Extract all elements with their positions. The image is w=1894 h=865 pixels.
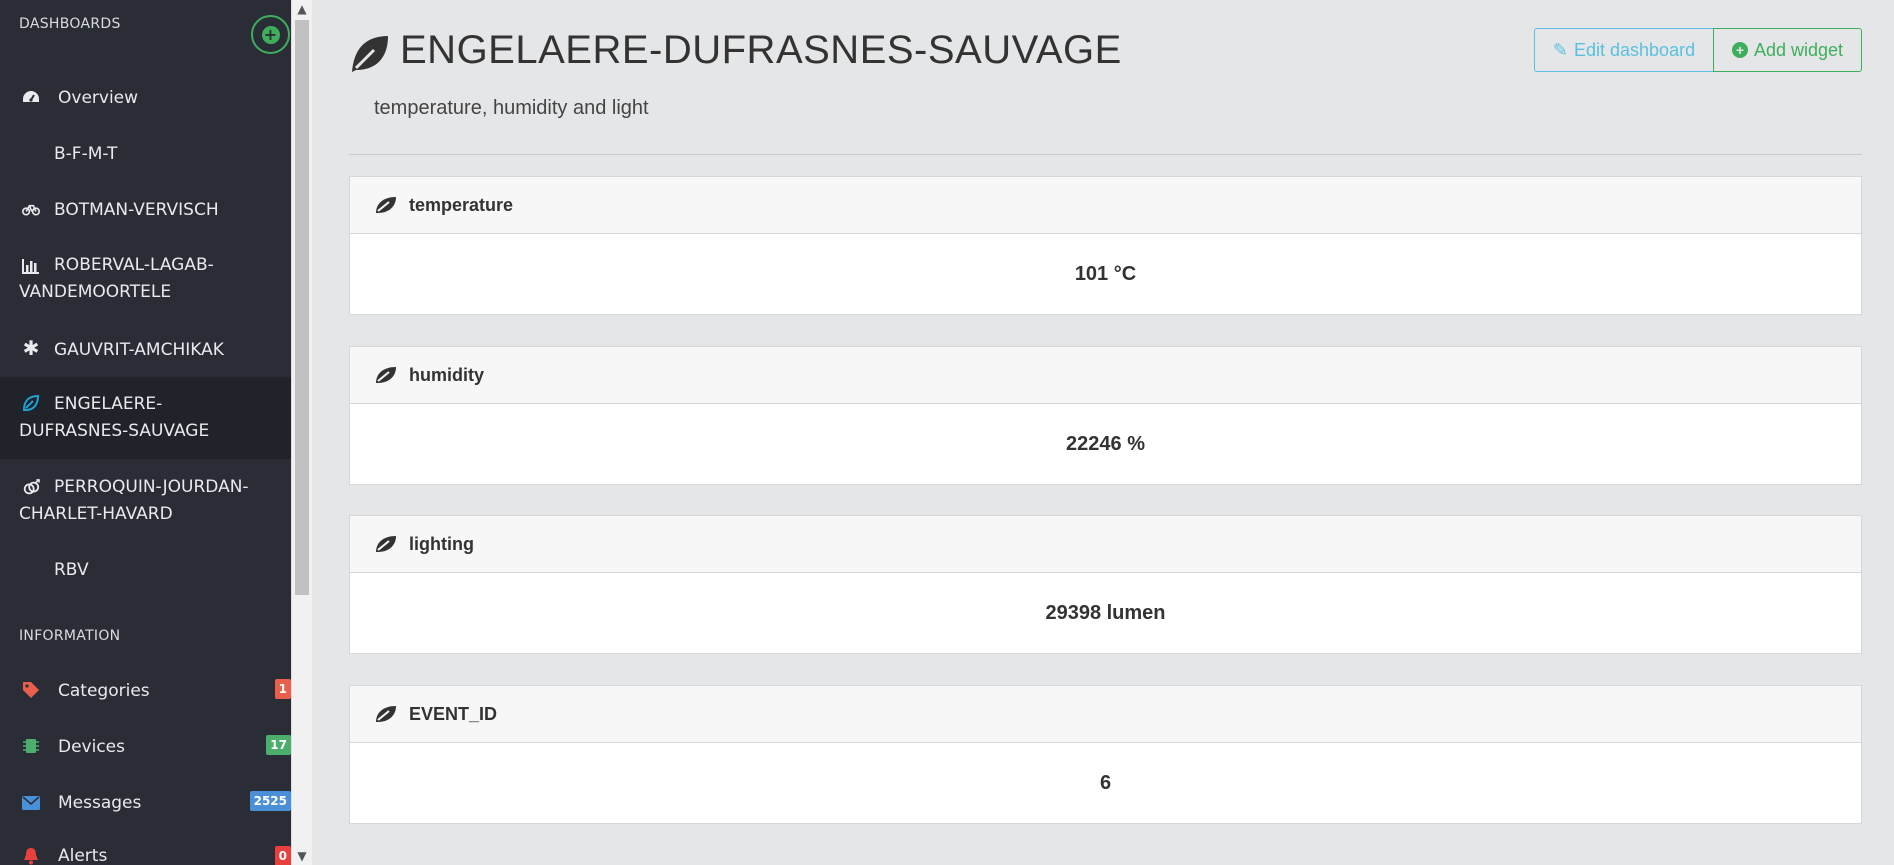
tag-icon [22,681,40,699]
leaf-icon [374,704,398,728]
sidebar-item-label: Alerts [58,846,108,865]
sidebar-scrollbar[interactable]: ▲ ▼ [291,0,312,865]
sidebar-item-label: Messages [58,793,142,813]
sidebar-item-label: ROBERVAL-LAGAB-VANDEMOORTELE [19,255,214,302]
widget-value: 22246 % [1066,432,1145,455]
widget-title: temperature [409,195,514,215]
widget-title: humidity [409,365,484,385]
widget-header: temperature [350,177,1861,234]
scroll-up-arrow-icon[interactable]: ▲ [292,0,312,18]
sidebar-item-rbv[interactable]: RBV [0,557,291,597]
dashboard-icon [22,88,40,106]
sidebar-item-label: B-F-M-T [54,144,118,164]
widget-value: 29398 lumen [1045,601,1166,624]
widget-title: EVENT_ID [409,704,498,724]
chip-icon [22,737,40,755]
sidebar-item-bfmt[interactable]: B-F-M-T [0,140,291,180]
widget-lighting: lighting 29398 lumen [349,515,1862,654]
sidebar-item-engelaere[interactable]: ENGELAERE-DUFRASNES-SAUVAGE [0,377,291,459]
bicycle-icon [22,200,40,218]
count-badge: 17 [266,735,291,755]
edit-dashboard-label: Edit dashboard [1574,39,1696,60]
sidebar: DASHBOARDS + Overview B-F-M-T BOTMAN-VER… [0,0,291,865]
count-badge: 0 [274,846,291,865]
sidebar-item-botman-vervisch[interactable]: BOTMAN-VERVISCH [0,196,291,236]
page-subtitle: temperature, humidity and light [374,97,649,119]
add-dashboard-button[interactable]: + [251,15,290,54]
widget-header: humidity [350,347,1861,404]
header-divider [349,154,1862,155]
widget-temperature: temperature 101 °C [349,176,1862,315]
plus-circle-icon: + [261,25,280,44]
leaf-icon [374,365,398,389]
count-badge: 1 [274,679,291,699]
widget-header: EVENT_ID [350,686,1861,743]
sidebar-item-label: GAUVRIT-AMCHIKAK [54,340,224,360]
sidebar-item-perroquin[interactable]: PERROQUIN-JOURDAN-CHARLET-HAVARD [0,473,291,537]
bell-icon [22,847,40,865]
widget-value: 6 [1099,771,1112,794]
sidebar-item-label: Categories [58,681,150,701]
plus-circle-icon: + [1731,42,1748,58]
sidebar-item-label: RBV [54,560,89,580]
widget-value: 101 °C [1074,262,1137,285]
sidebar-item-label: Devices [58,737,125,757]
pencil-icon: ✎ [1552,39,1568,60]
add-widget-label: Add widget [1753,39,1844,60]
add-widget-button[interactable]: + Add widget [1713,28,1862,72]
envelope-icon [22,794,40,812]
sidebar-item-overview[interactable]: Overview [0,84,291,124]
sidebar-item-roberval[interactable]: ROBERVAL-LAGAB-VANDEMOORTELE [0,252,291,316]
sidebar-item-label: PERROQUIN-JOURDAN-CHARLET-HAVARD [19,477,249,524]
leaf-icon [374,195,398,219]
page-title: ENGELAERE-DUFRASNES-SAUVAGE [400,28,1122,72]
edit-dashboard-button[interactable]: ✎ Edit dashboard [1534,28,1714,72]
sidebar-item-gauvrit[interactable]: ✱ GAUVRIT-AMCHIKAK [0,336,291,376]
widget-title: lighting [409,534,474,554]
dashboards-header: DASHBOARDS [19,16,121,32]
sidebar-item-label: Overview [58,88,139,108]
widget-event-id: EVENT_ID 6 [349,685,1862,824]
main-content: ENGELAERE-DUFRASNES-SAUVAGE temperature,… [312,0,1894,865]
widget-humidity: humidity 22246 % [349,346,1862,485]
sidebar-item-alerts[interactable]: Alerts 0 [0,845,291,865]
widget-header: lighting [350,516,1861,573]
sidebar-item-label: BOTMAN-VERVISCH [54,200,219,220]
sidebar-item-categories[interactable]: Categories 1 [0,678,291,718]
scroll-thumb[interactable] [295,20,309,595]
information-header: INFORMATION [19,628,121,644]
asterisk-icon: ✱ [22,336,40,360]
scroll-down-arrow-icon[interactable]: ▼ [292,847,312,865]
leaf-icon [374,534,398,558]
sidebar-item-devices[interactable]: Devices 17 [0,734,291,774]
sidebar-item-messages[interactable]: Messages 2525 [0,790,291,830]
sidebar-item-label: ENGELAERE-DUFRASNES-SAUVAGE [19,394,210,441]
leaf-icon [348,32,390,78]
count-badge: 2525 [249,791,291,811]
